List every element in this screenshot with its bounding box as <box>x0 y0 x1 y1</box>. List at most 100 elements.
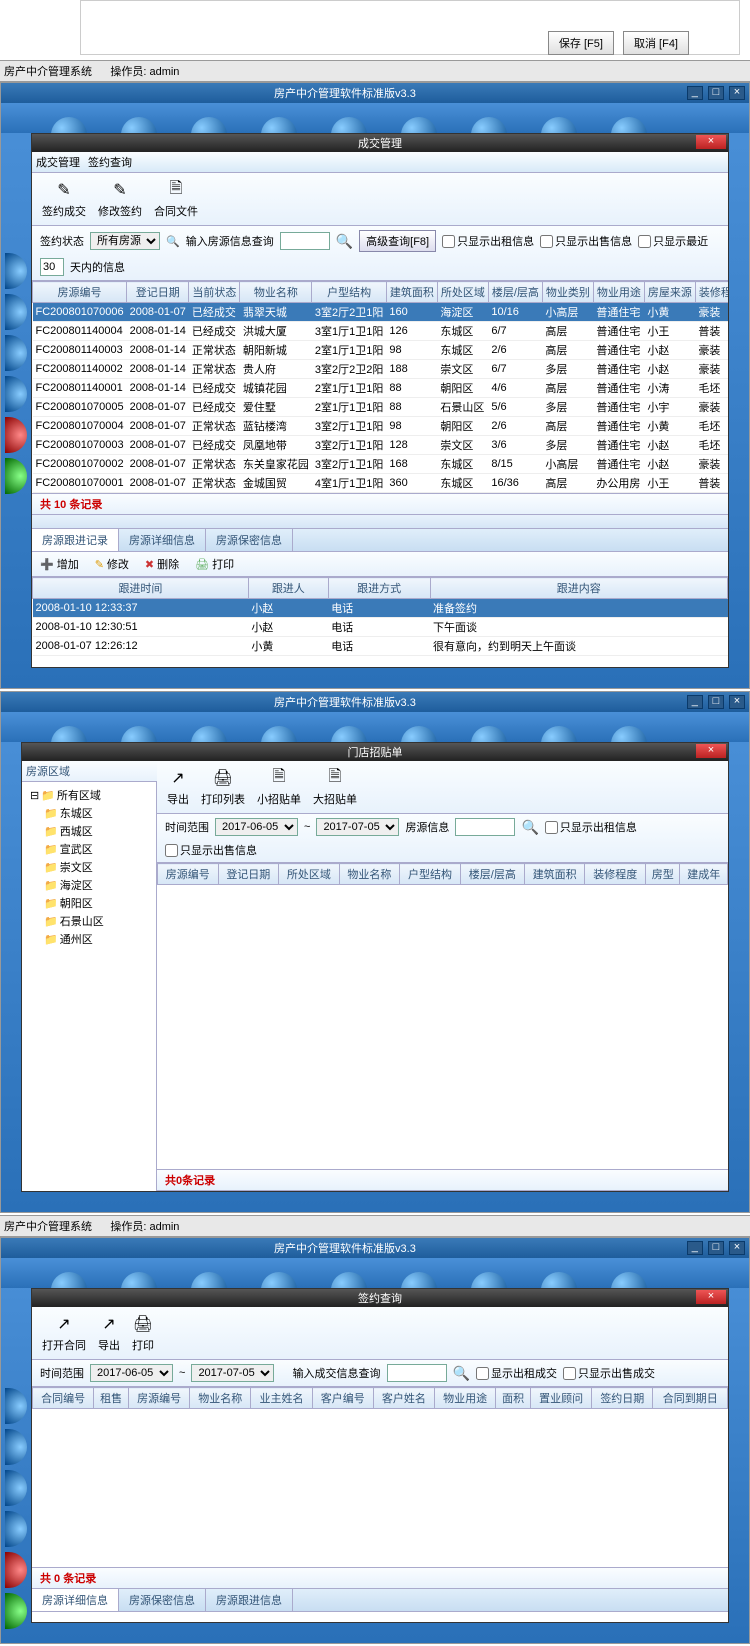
side-tab[interactable] <box>5 335 27 371</box>
column-header[interactable]: 登记日期 <box>127 282 189 303</box>
rent-deal-checkbox[interactable] <box>476 1367 489 1380</box>
column-header[interactable]: 房源编号 <box>33 282 127 303</box>
table-row[interactable]: FC2008011400022008-01-14正常状态贵人府3室2厅2卫2阳1… <box>33 360 729 379</box>
side-tab[interactable] <box>5 1552 27 1588</box>
toolbar-button[interactable]: ↗导出 <box>167 767 189 807</box>
side-tab[interactable] <box>5 1388 27 1424</box>
rent-filter-checkbox[interactable] <box>545 821 558 834</box>
tab[interactable]: 房源保密信息 <box>119 1589 206 1611</box>
table-row[interactable]: FC2008010700052008-01-07已经成交爱住墅2室1厅1卫1阳8… <box>33 398 729 417</box>
column-header[interactable]: 物业名称 <box>339 864 400 885</box>
tab[interactable]: 房源保密信息 <box>206 529 293 551</box>
magnify-icon[interactable]: 🔍 <box>521 819 538 836</box>
toolbar-button[interactable]: 🗎合同文件 <box>154 179 198 219</box>
search-input[interactable] <box>387 1364 447 1382</box>
column-header[interactable]: 合同编号 <box>33 1388 94 1409</box>
recent-filter-checkbox[interactable] <box>638 235 651 248</box>
minimize-button[interactable]: _ <box>687 695 703 709</box>
info-input[interactable] <box>455 818 515 836</box>
date-from[interactable]: 2017-06-05 <box>215 818 298 836</box>
tree-node[interactable]: 📁 海淀区 <box>26 876 152 894</box>
column-header[interactable]: 房型 <box>646 864 680 885</box>
toolbar-button[interactable]: ✎签约成交 <box>42 179 86 219</box>
table-row[interactable]: FC2008010700032008-01-07已经成交凤凰地带3室2厅1卫1阳… <box>33 436 729 455</box>
cancel-button[interactable]: 取消 [F4] <box>623 31 689 55</box>
side-tab[interactable] <box>5 1511 27 1547</box>
date-from[interactable]: 2017-06-05 <box>90 1364 173 1382</box>
tree-node[interactable]: 📁 石景山区 <box>26 912 152 930</box>
column-header[interactable]: 跟进时间 <box>33 578 249 599</box>
column-header[interactable]: 房源编号 <box>129 1388 190 1409</box>
tab[interactable]: 房源跟进信息 <box>206 1589 293 1611</box>
days-input[interactable] <box>40 258 64 276</box>
toolbar-button[interactable]: 🗎大招贴单 <box>313 767 357 807</box>
advanced-search-button[interactable]: 高级查询[F8] <box>359 230 436 252</box>
column-header[interactable]: 面积 <box>496 1388 531 1409</box>
table-row[interactable]: FC2008011400032008-01-14正常状态朝阳新城2室1厅1卫1阳… <box>33 341 729 360</box>
column-header[interactable]: 所处区域 <box>279 864 340 885</box>
column-header[interactable]: 物业用途 <box>435 1388 496 1409</box>
side-tab[interactable] <box>5 376 27 412</box>
table-row[interactable]: FC2008010700012008-01-07正常状态金城国贸4室1厅1卫1阳… <box>33 474 729 493</box>
sub-tool[interactable]: 🖨打印 <box>195 556 234 572</box>
tab[interactable]: 房源详细信息 <box>32 1589 119 1611</box>
side-tab[interactable] <box>5 1593 27 1629</box>
tree-node[interactable]: 📁 东城区 <box>26 804 152 822</box>
minimize-button[interactable]: _ <box>687 86 703 100</box>
table-row[interactable]: FC2008010700062008-01-07已经成交翡翠天城3室2厅2卫1阳… <box>33 303 729 322</box>
sub-tool[interactable]: ➕增加 <box>40 556 79 572</box>
followup-grid[interactable]: 跟进时间跟进人跟进方式跟进内容2008-01-10 12:33:37小赵电话准备… <box>32 577 728 667</box>
column-header[interactable]: 业主姓名 <box>251 1388 312 1409</box>
table-row[interactable]: FC2008010700042008-01-07正常状态蓝钻楼湾3室2厅1卫1阳… <box>33 417 729 436</box>
side-tab[interactable] <box>5 417 27 453</box>
tab[interactable]: 房源跟进记录 <box>32 529 119 551</box>
close-button[interactable]: × <box>729 695 745 709</box>
table-row[interactable]: FC2008011400012008-01-14已经成交城镇花园2室1厅1卫1阳… <box>33 379 729 398</box>
magnify-icon[interactable]: 🔍 <box>453 1365 470 1382</box>
minimize-button[interactable]: _ <box>687 1241 703 1255</box>
menu-item[interactable]: 成交管理 <box>36 157 80 169</box>
search-input[interactable] <box>280 232 330 250</box>
tree-node[interactable]: 📁 朝阳区 <box>26 894 152 912</box>
column-header[interactable]: 建成年 <box>680 864 728 885</box>
column-header[interactable]: 登记日期 <box>218 864 279 885</box>
date-to[interactable]: 2017-07-05 <box>191 1364 274 1382</box>
window-close-button[interactable]: × <box>696 135 726 149</box>
data-grid[interactable]: 房源编号登记日期当前状态物业名称户型结构建筑面积所处区域楼层/层高物业类别物业用… <box>32 281 728 493</box>
tree-node[interactable]: 📁 宣武区 <box>26 840 152 858</box>
toolbar-button[interactable]: ✎修改签约 <box>98 179 142 219</box>
sub-tool[interactable]: ✖删除 <box>145 556 179 572</box>
table-row[interactable]: 2008-01-10 12:30:51小赵电话下午面谈 <box>33 618 728 637</box>
column-header[interactable]: 物业类别 <box>542 282 593 303</box>
column-header[interactable]: 跟进方式 <box>328 578 430 599</box>
column-header[interactable]: 跟进人 <box>248 578 328 599</box>
toolbar-button[interactable]: ↗打开合同 <box>42 1313 86 1353</box>
window-close-button[interactable]: × <box>696 1290 726 1304</box>
maximize-button[interactable]: □ <box>708 695 724 709</box>
column-header[interactable]: 置业顾问 <box>531 1388 592 1409</box>
save-button[interactable]: 保存 [F5] <box>548 31 614 55</box>
tree-node[interactable]: 📁 西城区 <box>26 822 152 840</box>
table-row[interactable]: 2008-01-10 12:33:37小赵电话准备签约 <box>33 599 728 618</box>
column-header[interactable]: 户型结构 <box>400 864 461 885</box>
table-row[interactable]: FC2008010700022008-01-07正常状态东关皇家花园3室2厅1卫… <box>33 455 729 474</box>
column-header[interactable]: 建筑面积 <box>524 864 585 885</box>
table-row[interactable]: 2008-01-07 12:26:12小黄电话很有意向，约到明天上午面谈 <box>33 637 728 656</box>
column-header[interactable]: 当前状态 <box>189 282 240 303</box>
maximize-button[interactable]: □ <box>708 86 724 100</box>
data-grid[interactable]: 合同编号租售房源编号物业名称业主姓名客户编号客户姓名物业用途面积置业顾问签约日期… <box>32 1387 728 1567</box>
column-header[interactable]: 楼层/层高 <box>488 282 542 303</box>
region-tree[interactable]: ⊟ 📁所有区域📁 东城区📁 西城区📁 宣武区📁 崇文区📁 海淀区📁 朝阳区📁 石… <box>22 782 157 1191</box>
column-header[interactable]: 楼层/层高 <box>460 864 524 885</box>
column-header[interactable]: 租售 <box>94 1388 129 1409</box>
column-header[interactable]: 跟进内容 <box>430 578 727 599</box>
close-button[interactable]: × <box>729 1241 745 1255</box>
window-close-button[interactable]: × <box>696 744 726 758</box>
toolbar-button[interactable]: 🖨打印 <box>132 1313 154 1353</box>
column-header[interactable]: 房屋来源 <box>644 282 695 303</box>
side-tab[interactable] <box>5 253 27 289</box>
tree-root[interactable]: ⊟ 📁所有区域 <box>26 786 152 804</box>
column-header[interactable]: 物业名称 <box>240 282 312 303</box>
data-grid[interactable]: 房源编号登记日期所处区域物业名称户型结构楼层/层高建筑面积装修程度房型建成年 <box>157 863 728 885</box>
maximize-button[interactable]: □ <box>708 1241 724 1255</box>
